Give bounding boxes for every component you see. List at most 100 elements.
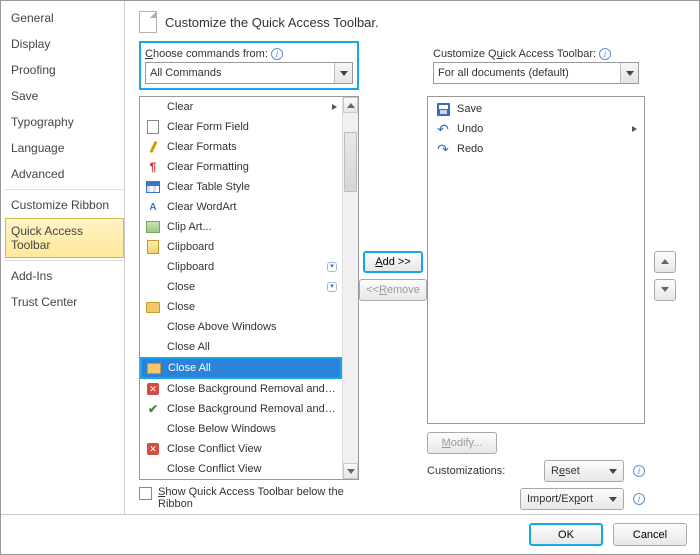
chevron-down-icon[interactable] — [334, 63, 352, 83]
command-item[interactable]: Clear Formats — [140, 137, 342, 157]
qat-item[interactable]: ↶ Undo — [430, 119, 642, 139]
cancel-button[interactable]: Cancel — [613, 523, 687, 546]
submenu-indicator-icon — [332, 104, 337, 110]
qat-item[interactable]: ↷ Redo — [430, 139, 642, 159]
command-item[interactable]: Close All — [140, 337, 342, 357]
command-item[interactable]: Clear Table Style — [140, 177, 342, 197]
options-dialog: GeneralDisplayProofingSaveTypographyLang… — [0, 0, 700, 555]
brush-icon — [145, 139, 161, 155]
checkmark-icon: ✔ — [145, 401, 161, 417]
command-label: Close All — [167, 341, 337, 353]
command-item[interactable]: Clip Art... — [140, 217, 342, 237]
qat-item[interactable]: Save — [430, 99, 642, 119]
submenu-indicator-icon: ▾ — [327, 262, 337, 272]
command-label: Close Below Windows — [167, 423, 337, 435]
add-button[interactable]: Add >> — [363, 251, 423, 273]
command-label: Close — [167, 301, 337, 313]
blank-icon — [145, 319, 161, 335]
command-item[interactable]: Close ▾ — [140, 277, 342, 297]
remove-button[interactable]: << Remove — [359, 279, 427, 301]
info-icon — [271, 48, 283, 60]
info-icon — [633, 465, 645, 477]
command-label: Clear — [167, 101, 326, 113]
command-item[interactable]: Clear — [140, 97, 342, 117]
reset-button[interactable]: Reset — [544, 460, 624, 482]
undo-icon: ↶ — [435, 121, 451, 137]
command-item[interactable]: Close — [140, 297, 342, 317]
sidebar-item-display[interactable]: Display — [5, 31, 124, 57]
document-icon — [145, 119, 161, 135]
command-label: Close Background Removal and K... — [167, 403, 337, 415]
command-item[interactable]: Clipboard ▾ — [140, 257, 342, 277]
clipboard-icon — [145, 239, 161, 255]
folder-icon — [145, 299, 161, 315]
chevron-down-icon[interactable] — [620, 63, 638, 83]
scrollbar[interactable] — [342, 97, 358, 479]
customize-qat-dropdown[interactable]: For all documents (default) — [433, 62, 639, 84]
scroll-down[interactable] — [343, 463, 358, 479]
command-item[interactable]: Close Above Windows — [140, 317, 342, 337]
command-item[interactable]: Close Below Windows — [140, 419, 342, 439]
import-export-button[interactable]: Import/Export — [520, 488, 624, 510]
sidebar-item-general[interactable]: General — [5, 5, 124, 31]
page-title: Customize the Quick Access Toolbar. — [165, 15, 379, 30]
move-up-button[interactable] — [654, 251, 676, 273]
command-label: Clipboard — [167, 261, 321, 273]
command-label: Clipboard — [167, 241, 337, 253]
separator — [5, 260, 124, 261]
move-down-button[interactable] — [654, 279, 676, 301]
command-item[interactable]: Close Conflict View — [140, 459, 342, 479]
command-label: Close Background Removal and D... — [167, 383, 337, 395]
modify-button[interactable]: Modify... — [427, 432, 497, 454]
submenu-indicator-icon — [632, 126, 637, 132]
command-label: Close — [167, 281, 321, 293]
blank-icon — [145, 279, 161, 295]
scroll-up[interactable] — [343, 97, 358, 113]
choose-commands-label: Choose commands from: — [145, 48, 353, 60]
qat-item-label: Undo — [457, 123, 626, 135]
close-x-icon: ✕ — [145, 381, 161, 397]
scroll-thumb[interactable] — [344, 132, 357, 192]
command-item[interactable]: Close All — [140, 357, 342, 379]
qat-item-label: Save — [457, 103, 637, 115]
qat-listbox[interactable]: Save ↶ Undo ↷ Redo — [427, 96, 645, 424]
page-title-icon — [139, 11, 157, 33]
command-item[interactable]: AClear WordArt — [140, 197, 342, 217]
blank-icon — [145, 339, 161, 355]
blank-icon — [145, 99, 161, 115]
command-item[interactable]: ¶Clear Formatting — [140, 157, 342, 177]
sidebar-item-customize-ribbon[interactable]: Customize Ribbon — [5, 192, 124, 218]
sidebar-item-trust-center[interactable]: Trust Center — [5, 289, 124, 315]
submenu-indicator-icon: ▾ — [327, 282, 337, 292]
command-item[interactable]: ✔ Close Background Removal and K... — [140, 399, 342, 419]
blank-icon — [145, 461, 161, 477]
dialog-footer: OK Cancel — [1, 514, 699, 554]
show-below-ribbon-checkbox[interactable] — [139, 487, 152, 500]
qat-item-label: Redo — [457, 143, 637, 155]
choose-commands-dropdown[interactable]: All Commands — [145, 62, 353, 84]
command-label: Clear Formats — [167, 141, 337, 153]
command-item[interactable]: ✕Close Conflict View — [140, 439, 342, 459]
sidebar-item-proofing[interactable]: Proofing — [5, 57, 124, 83]
separator — [5, 189, 124, 190]
sidebar-item-add-ins[interactable]: Add-Ins — [5, 263, 124, 289]
ok-button[interactable]: OK — [529, 523, 603, 546]
info-icon — [599, 48, 611, 60]
sidebar-item-advanced[interactable]: Advanced — [5, 161, 124, 187]
pilcrow-icon: ¶ — [145, 159, 161, 175]
redo-icon: ↷ — [435, 141, 451, 157]
category-sidebar: GeneralDisplayProofingSaveTypographyLang… — [1, 1, 125, 514]
commands-listbox[interactable]: ClearClear Form FieldClear Formats¶Clear… — [139, 96, 359, 480]
sidebar-item-typography[interactable]: Typography — [5, 109, 124, 135]
sidebar-item-save[interactable]: Save — [5, 83, 124, 109]
sidebar-item-language[interactable]: Language — [5, 135, 124, 161]
command-label: Clear Table Style — [167, 181, 337, 193]
sidebar-item-quick-access-toolbar[interactable]: Quick Access Toolbar — [5, 218, 124, 258]
show-below-ribbon-label: Show Quick Access Toolbar below the Ribb… — [158, 486, 359, 510]
command-item[interactable]: Clipboard — [140, 237, 342, 257]
command-item[interactable]: ✕ Close Background Removal and D... — [140, 379, 342, 399]
command-label: Close Conflict View — [167, 443, 337, 455]
customizations-label: Customizations: — [427, 465, 538, 477]
wordart-icon: A — [145, 199, 161, 215]
command-item[interactable]: Clear Form Field — [140, 117, 342, 137]
